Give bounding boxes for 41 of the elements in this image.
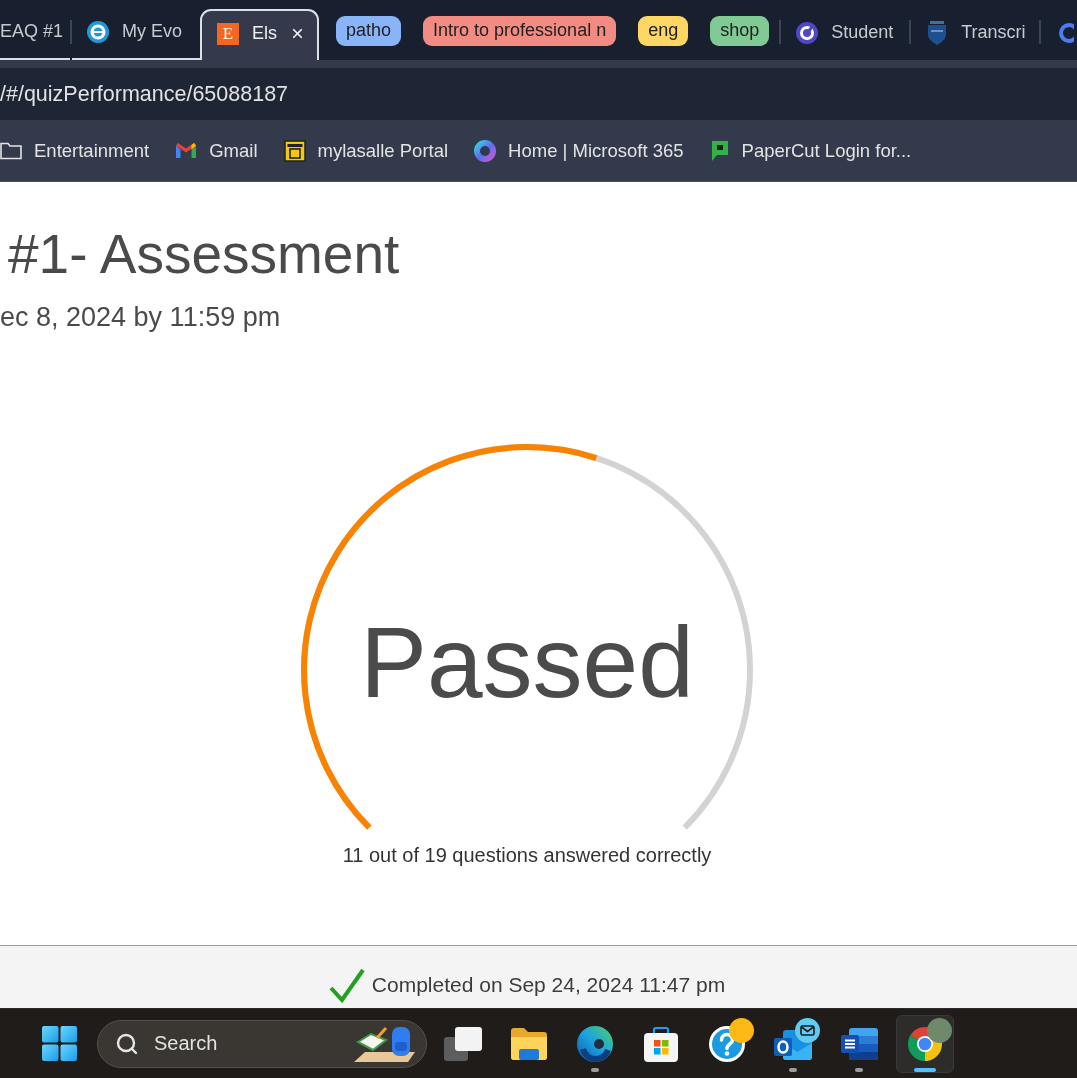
tab-group-chip[interactable]: Intro to professional n [423, 15, 617, 46]
envelope-badge-icon [795, 1017, 820, 1043]
tab-group-chip[interactable]: patho [336, 15, 402, 46]
notification-dot-icon [729, 1017, 754, 1043]
bookmark[interactable]: Home | Microsoft 365 [474, 139, 684, 162]
score-summary: 11 out of 19 questions answered correctly [342, 843, 712, 867]
result-status: Passed [359, 612, 695, 712]
chat-bubble-icon [709, 139, 730, 162]
start-tiles-icon[interactable] [42, 1026, 77, 1061]
shopping-bag-icon [643, 1025, 679, 1062]
folder-icon [510, 1026, 548, 1061]
taskbar-app-button[interactable] [896, 1014, 954, 1073]
ring-icon [1056, 21, 1075, 44]
bookmark[interactable]: Entertainment [0, 139, 150, 162]
shield-icon [926, 20, 949, 45]
browser-tab[interactable]: E Els [200, 9, 319, 60]
ring-logo-icon [796, 21, 819, 44]
bookmark[interactable]: Gmail [175, 139, 258, 162]
check-icon [328, 967, 365, 1003]
completion-date: Completed on Sep 24, 2024 11:47 pm [371, 973, 726, 997]
due-date: ec 8, 2024 by 11:59 pm [0, 301, 282, 333]
window-stack-icon [444, 1026, 482, 1061]
site-favicon: E [217, 22, 239, 45]
address-field[interactable]: /#/quizPerformance/65088187 [0, 68, 1077, 120]
document-app-icon [840, 1026, 878, 1061]
browser-tab[interactable]: Student [781, 9, 910, 60]
round-logo-icon [87, 20, 109, 43]
folder-icon [0, 141, 22, 160]
search-button[interactable]: Search [97, 1019, 427, 1068]
m-logo-icon [175, 142, 198, 159]
wave-logo-icon [577, 1025, 613, 1062]
bookmark[interactable]: PaperCut Login for... [709, 139, 912, 162]
tab-group-chip[interactable]: shop [710, 15, 770, 46]
tab-group-chip[interactable]: eng [638, 15, 689, 46]
search-icon [115, 1031, 139, 1056]
assessment-title: #1- Assessment [8, 222, 401, 286]
crest-icon [283, 139, 306, 162]
ring-logo-icon [474, 139, 497, 162]
bookmark[interactable]: mylasalle Portal [283, 139, 449, 162]
browser-tab[interactable]: Transcri [911, 9, 1040, 60]
avatar-icon [927, 1017, 952, 1043]
